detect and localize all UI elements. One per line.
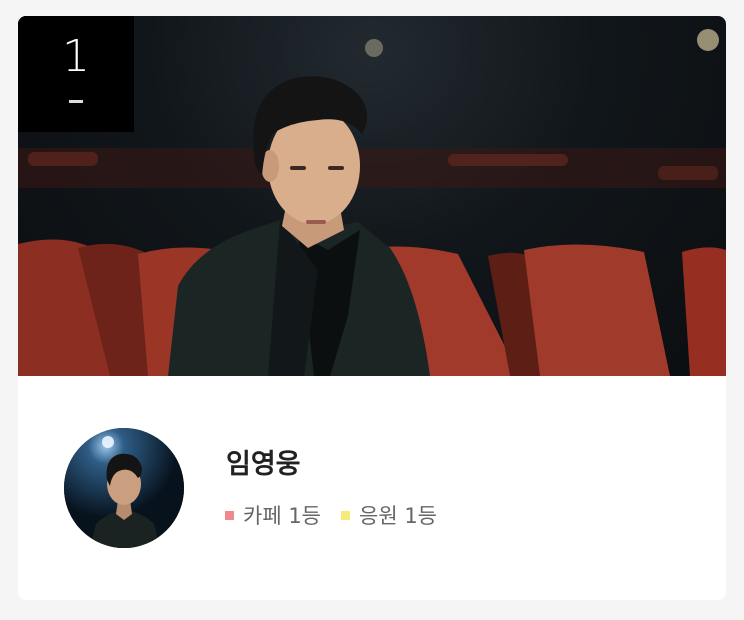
rank-no-change-icon xyxy=(69,100,83,103)
artist-hero-photo[interactable]: 1 xyxy=(18,16,726,376)
stat-cafe: 카페 1등 xyxy=(225,500,321,530)
stat-cafe-label: 카페 1등 xyxy=(243,504,321,528)
stat-support: 응원 1등 xyxy=(341,500,437,530)
artist-stats: 카페 1등 응원 1등 xyxy=(225,500,457,530)
artist-avatar[interactable] xyxy=(64,428,184,548)
rank-badge: 1 xyxy=(18,16,134,132)
avatar-photo xyxy=(64,428,184,548)
cafe-rank-dot-icon xyxy=(225,510,234,520)
artist-info-section: 임영웅 카페 1등 응원 1등 xyxy=(18,376,726,600)
support-rank-dot-icon xyxy=(341,510,350,520)
artist-name[interactable]: 임영웅 xyxy=(226,442,301,481)
artist-ranking-card[interactable]: 1 임영웅 카페 1등 응원 1등 xyxy=(18,16,726,600)
rank-number: 1 xyxy=(62,31,90,82)
stat-support-label: 응원 1등 xyxy=(359,504,437,528)
